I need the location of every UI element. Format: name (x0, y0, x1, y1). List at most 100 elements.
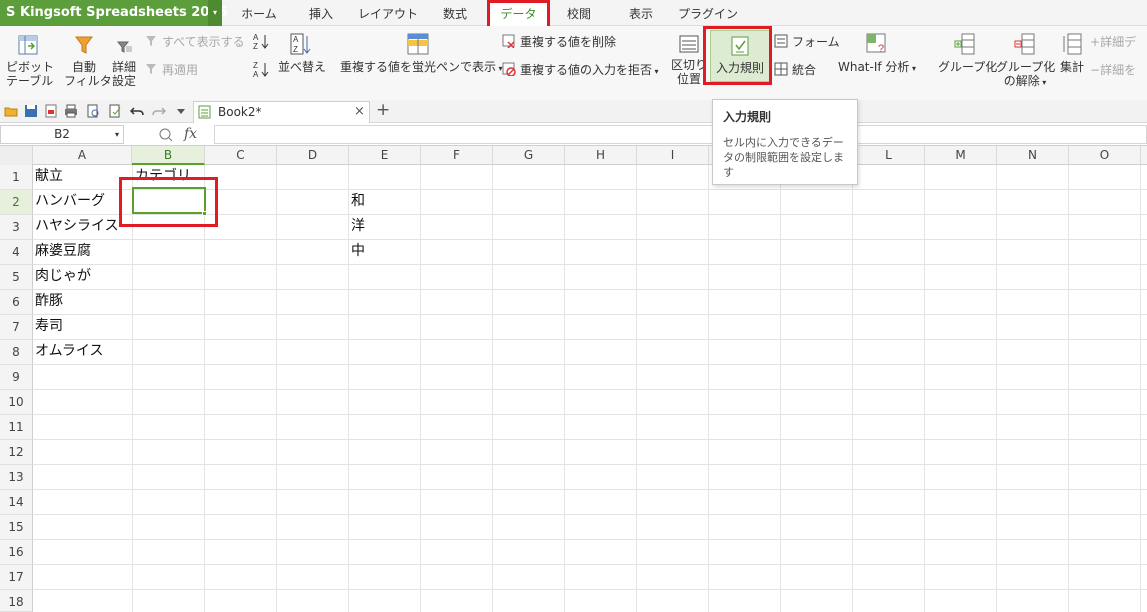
advanced-filter-icon (116, 41, 132, 53)
document-tab[interactable]: Book2* × (193, 101, 370, 123)
cell-e3[interactable]: 洋 (349, 214, 365, 239)
cell-a2[interactable]: ハンバーグ (33, 189, 105, 214)
autofilter-button[interactable]: 自動 フィルタ (64, 34, 112, 88)
row-header-8[interactable]: 8 (0, 340, 33, 365)
cell-a8[interactable]: オムライス (33, 339, 103, 364)
column-header-a[interactable]: A (33, 146, 132, 165)
name-box[interactable]: B2 ▾ (0, 125, 124, 144)
row-header-11[interactable]: 11 (0, 415, 33, 440)
sort-ascending-icon[interactable]: AZ (252, 32, 270, 50)
cell-a3[interactable]: ハヤシライス (33, 214, 119, 239)
column-header-b[interactable]: B (132, 146, 205, 165)
name-box-dropdown-icon[interactable]: ▾ (115, 126, 119, 143)
row-header-9[interactable]: 9 (0, 365, 33, 390)
cell-a5[interactable]: 肉じゃが (33, 264, 91, 289)
formula-input[interactable] (214, 125, 1147, 144)
row-header-14[interactable]: 14 (0, 490, 33, 515)
row-header-5[interactable]: 5 (0, 265, 33, 290)
export-pdf-icon[interactable] (44, 104, 58, 118)
sort-button[interactable]: AZ 並べ替え (278, 32, 326, 74)
new-tab-button[interactable]: + (376, 100, 390, 121)
whatif-label: What-If 分析 (837, 60, 910, 74)
save-icon[interactable] (24, 104, 38, 118)
tab-review[interactable]: 校閲 (556, 0, 602, 26)
whatif-analysis-button[interactable]: ? What-If 分析 ▾ (834, 32, 920, 76)
sort-descending-icon[interactable]: ZA (252, 60, 270, 78)
consolidate-button[interactable]: 統合 (774, 62, 816, 78)
highlight-duplicates-button[interactable]: 重複する値を蛍光ペンで表示 ▾ (340, 32, 503, 76)
row-header-10[interactable]: 10 (0, 390, 33, 415)
column-header-n[interactable]: N (997, 146, 1069, 165)
svg-text:Z: Z (253, 61, 258, 70)
app-menu-button[interactable]: S Kingsoft Spreadsheets 2016 (0, 0, 227, 26)
pivot-table-button[interactable]: ピボット テーブル (6, 34, 54, 88)
tab-view[interactable]: 表示 (618, 0, 664, 26)
hide-detail-button[interactable]: −詳細を (1090, 62, 1136, 78)
column-header-d[interactable]: D (277, 146, 349, 165)
row-header-15[interactable]: 15 (0, 515, 33, 540)
print-preview-icon[interactable] (86, 104, 100, 118)
column-header-o[interactable]: O (1069, 146, 1141, 165)
grid-line (132, 165, 133, 612)
pivot-label-1: ピボット (6, 60, 55, 74)
row-header-1[interactable]: 1 (0, 165, 33, 190)
row-header-12[interactable]: 12 (0, 440, 33, 465)
tab-home[interactable]: ホーム (232, 0, 286, 26)
column-header-e[interactable]: E (349, 146, 421, 165)
tab-formulas[interactable]: 数式 (430, 0, 480, 26)
column-header-m[interactable]: M (925, 146, 997, 165)
row-header-3[interactable]: 3 (0, 215, 33, 240)
reapply-button[interactable]: 再適用 (144, 62, 198, 78)
show-all-icon (146, 36, 156, 46)
customize-dropdown-icon[interactable] (174, 104, 188, 118)
column-header-g[interactable]: G (493, 146, 565, 165)
row-header-7[interactable]: 7 (0, 315, 33, 340)
row-header-18[interactable]: 18 (0, 590, 33, 612)
print-icon[interactable] (64, 104, 78, 118)
document-tab-close-icon[interactable]: × (354, 102, 365, 122)
reject-duplicates-button[interactable]: 重複する値の入力を拒否 ▾ (502, 62, 659, 80)
row-header-16[interactable]: 16 (0, 540, 33, 565)
form-button[interactable]: フォーム (774, 34, 840, 50)
subtotal-button[interactable]: 集計 (1058, 32, 1086, 74)
tab-plugins[interactable]: プラグイン (676, 0, 740, 26)
select-all-corner[interactable] (0, 146, 33, 165)
fx-icon[interactable]: fx (184, 126, 197, 142)
tab-layout[interactable]: レイアウト (356, 0, 420, 26)
grid-line (852, 165, 853, 612)
cell-e4[interactable]: 中 (349, 239, 365, 264)
row-header-6[interactable]: 6 (0, 290, 33, 315)
cell-a7[interactable]: 寿司 (33, 314, 63, 339)
cell-a1[interactable]: 献立 (33, 164, 63, 189)
form-icon (774, 34, 788, 48)
column-header-f[interactable]: F (421, 146, 493, 165)
ungroup-button[interactable]: グループ化 の解除 ▾ (996, 32, 1055, 90)
text-to-columns-label-2: 位置 (676, 72, 701, 86)
column-header-c[interactable]: C (205, 146, 277, 165)
show-all-button[interactable]: すべて表示する (144, 34, 245, 50)
column-header-l[interactable]: L (853, 146, 925, 165)
spellcheck-icon[interactable] (108, 104, 122, 118)
tab-insert[interactable]: 挿入 (296, 0, 346, 26)
remove-duplicates-button[interactable]: 重複する値を削除 (502, 34, 616, 50)
advanced-filter-button[interactable]: 詳細 設定 (110, 34, 138, 88)
group-button[interactable]: グループ化 (938, 32, 997, 74)
row-header-17[interactable]: 17 (0, 565, 33, 590)
consolidate-label: 統合 (792, 63, 817, 77)
cell-a4[interactable]: 麻婆豆腐 (33, 239, 91, 264)
open-icon[interactable] (4, 104, 18, 118)
cell-a6[interactable]: 酢豚 (33, 289, 63, 314)
cell-e2[interactable]: 和 (349, 189, 365, 214)
redo-icon[interactable] (152, 104, 166, 118)
column-header-h[interactable]: H (565, 146, 637, 165)
app-menu-dropdown-icon[interactable]: ▾ (208, 0, 222, 26)
row-header-13[interactable]: 13 (0, 465, 33, 490)
row-header-4[interactable]: 4 (0, 240, 33, 265)
column-header-i[interactable]: I (637, 146, 709, 165)
show-detail-button[interactable]: +詳細デ (1090, 34, 1136, 50)
undo-icon[interactable] (130, 104, 144, 118)
row-header-2[interactable]: 2 (0, 190, 33, 215)
tab-data[interactable]: データ (487, 0, 550, 26)
zoom-formula-icon[interactable] (158, 127, 174, 143)
remove-duplicates-icon (502, 34, 515, 48)
